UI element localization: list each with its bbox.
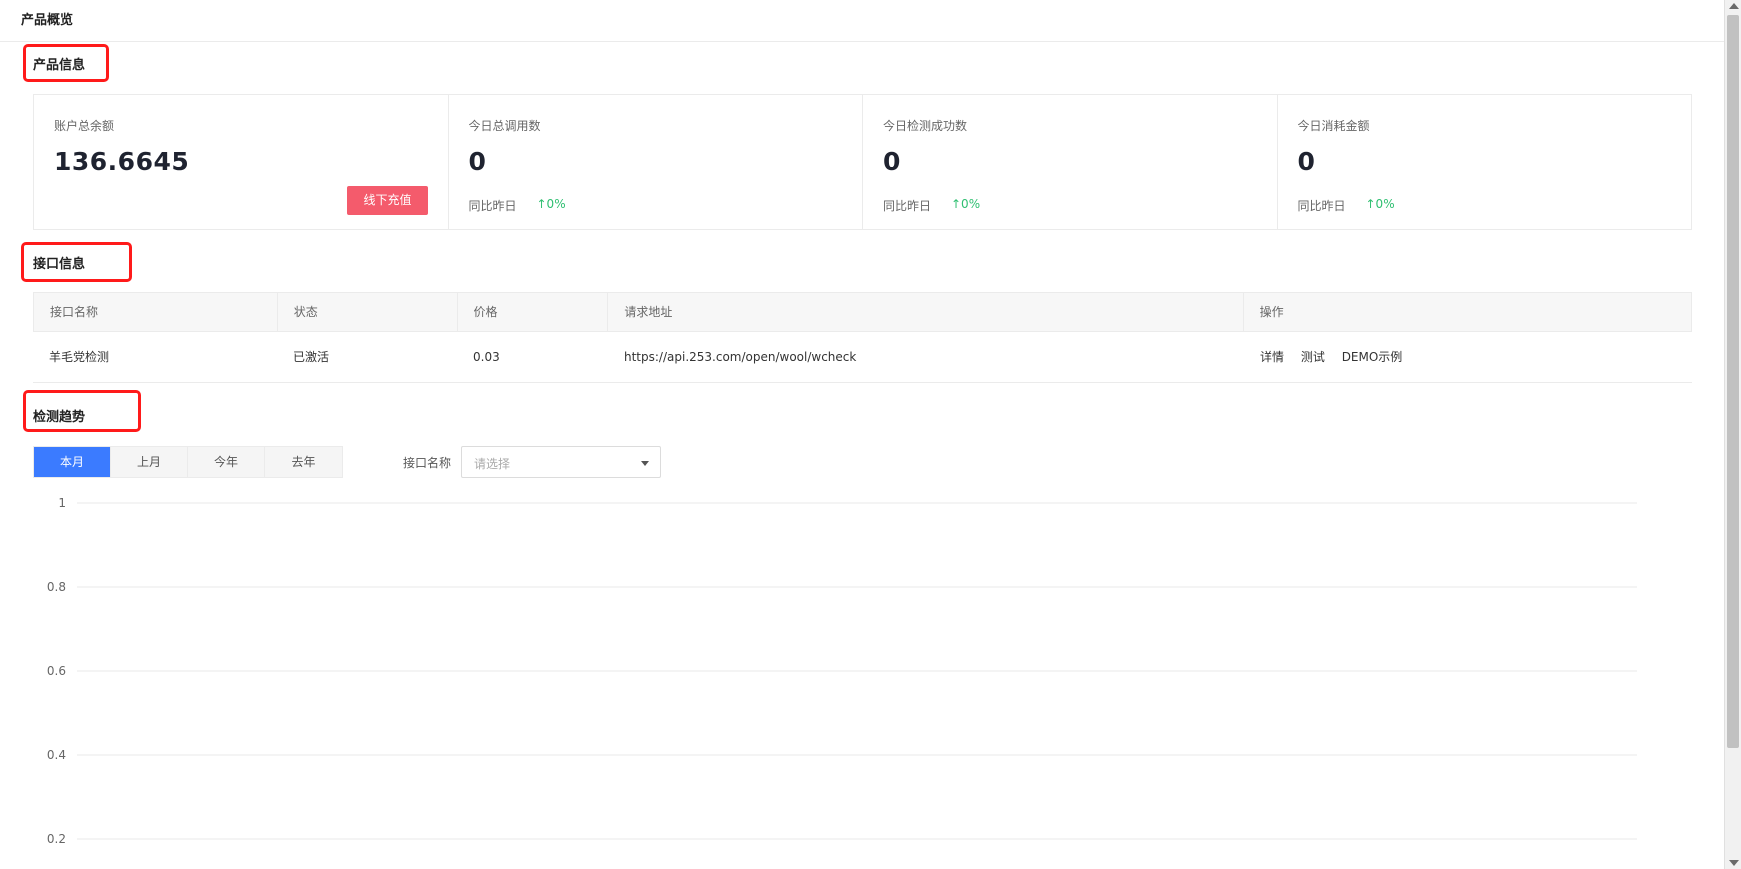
api-table: 接口名称 状态 价格 请求地址 操作 羊毛党检测 已激活 0.03 https:…: [33, 292, 1692, 383]
tab-this-month[interactable]: 本月: [34, 447, 111, 477]
api-status-cell: 已激活: [293, 350, 330, 364]
table-header: 接口名称 状态 价格 请求地址 操作: [33, 292, 1692, 332]
card-value: 0: [883, 147, 901, 176]
page-header: 产品概览: [0, 0, 1724, 42]
offline-recharge-button[interactable]: 线下充值: [347, 186, 428, 215]
card-trend-up: ↑0%: [1365, 197, 1395, 211]
y-tick-label: 1: [58, 496, 66, 510]
column-header: 接口名称: [34, 293, 278, 331]
highlight-box: [23, 390, 141, 432]
card-trend-up: ↑0%: [951, 197, 981, 211]
highlight-box: [21, 242, 132, 282]
tab-this-year[interactable]: 今年: [188, 447, 265, 477]
caret-down-icon: [641, 461, 649, 466]
card-label: 账户总余额: [54, 119, 115, 133]
card-today-calls: 今日总调用数 0 同比昨日 ↑0%: [449, 95, 863, 229]
card-value: 136.6645: [54, 147, 190, 176]
table-row: 羊毛党检测 已激活 0.03 https://api.253.com/open/…: [33, 332, 1692, 383]
card-compare-label: 同比昨日: [468, 199, 517, 213]
card-value: 0: [1297, 147, 1316, 176]
select-placeholder: 请选择: [474, 457, 511, 471]
highlight-box: [23, 44, 109, 82]
details-link[interactable]: 详情: [1260, 332, 1284, 383]
column-header: 请求地址: [608, 293, 1244, 331]
tab-last-year[interactable]: 去年: [265, 447, 342, 477]
scrollbar-thumb[interactable]: [1727, 15, 1739, 748]
api-price-cell: 0.03: [473, 350, 500, 364]
card-trend-up: ↑0%: [536, 197, 566, 211]
period-tabs: 本月 上月 今年 去年: [33, 446, 343, 478]
card-compare-label: 同比昨日: [1297, 199, 1346, 213]
card-today-success: 今日检测成功数 0 同比昨日 ↑0%: [863, 95, 1278, 229]
trend-chart: 1 0.8 0.6 0.4 0.2: [0, 480, 1724, 869]
api-filter-label: 接口名称: [403, 456, 452, 470]
api-actions-cell: 详情 测试 DEMO示例: [1244, 332, 1692, 382]
trend-chart-svg: 1 0.8 0.6 0.4 0.2: [47, 496, 1637, 846]
y-tick-label: 0.8: [47, 580, 66, 594]
api-select[interactable]: 请选择: [461, 446, 661, 478]
column-header: 操作: [1259, 305, 1284, 319]
column-header: 状态: [278, 293, 458, 331]
scroll-down-arrow-icon[interactable]: [1729, 860, 1739, 866]
card-today-spend: 今日消耗金额 0 同比昨日 ↑0%: [1278, 95, 1692, 229]
column-header: 价格: [458, 293, 609, 331]
test-link[interactable]: 测试: [1301, 332, 1325, 383]
api-name-cell: 羊毛党检测: [49, 350, 110, 364]
card-value: 0: [468, 147, 487, 176]
card-label: 今日检测成功数: [883, 119, 968, 133]
scroll-up-arrow-icon[interactable]: [1729, 3, 1739, 9]
demo-link[interactable]: DEMO示例: [1342, 332, 1403, 383]
card-label: 今日消耗金额: [1297, 119, 1370, 133]
tab-last-month[interactable]: 上月: [111, 447, 188, 477]
card-label: 今日总调用数: [468, 119, 541, 133]
y-tick-label: 0.6: [47, 664, 66, 678]
y-tick-label: 0.4: [47, 748, 66, 762]
card-account-balance: 账户总余额 136.6645 线下充值: [34, 95, 449, 229]
stats-cards: 账户总余额 136.6645 线下充值 今日总调用数 0 同比昨日 ↑0% 今日…: [33, 94, 1692, 230]
y-tick-label: 0.2: [47, 832, 66, 846]
vertical-scrollbar[interactable]: [1724, 0, 1741, 869]
page-title: 产品概览: [21, 13, 74, 28]
card-compare-label: 同比昨日: [883, 199, 932, 213]
api-url-cell: https://api.253.com/open/wool/wcheck: [624, 350, 857, 364]
